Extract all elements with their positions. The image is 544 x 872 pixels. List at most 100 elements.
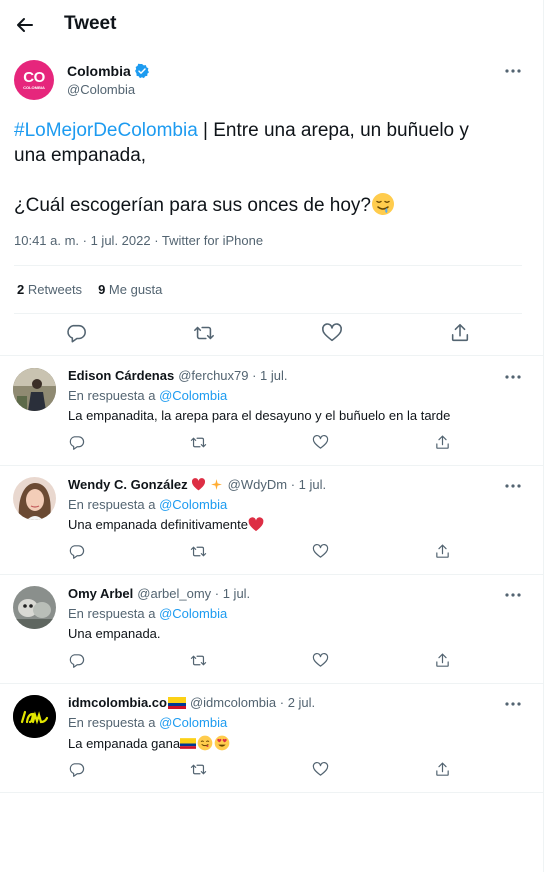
- reply-actions: [0, 432, 543, 456]
- reply-button[interactable]: [66, 650, 86, 670]
- red-heart-icon: [191, 478, 205, 491]
- reply-text: Una empanada.: [68, 626, 161, 641]
- like-icon: [312, 434, 328, 449]
- reply-author-handle[interactable]: @idmcolombia · 2 jul.: [190, 695, 315, 710]
- reply-item[interactable]: Edison Cárdenas @ferchux79 · 1 jul. En r…: [0, 356, 543, 464]
- reply-context: En respuesta a @Colombia: [68, 497, 227, 512]
- avatar[interactable]: [13, 477, 56, 520]
- retweet-button[interactable]: [188, 432, 208, 452]
- reply-item[interactable]: idmcolombia.co @idmcolombia · 2 jul. En …: [0, 683, 543, 791]
- like-button[interactable]: [310, 432, 330, 452]
- reply-text: La empanada gana: [68, 735, 181, 751]
- author-name[interactable]: Colombia: [67, 63, 150, 79]
- hashtag-link[interactable]: #LoMejorDeColombia: [14, 120, 198, 141]
- reply-author-name[interactable]: Wendy C. González: [68, 477, 188, 492]
- top-header: Tweet: [0, 0, 543, 50]
- divider: [14, 313, 522, 314]
- like-button[interactable]: [310, 541, 330, 561]
- likes-stat[interactable]: 9 Me gusta: [98, 282, 162, 297]
- like-icon: [312, 543, 328, 558]
- reply-author-name[interactable]: Edison Cárdenas: [68, 368, 174, 383]
- reply-author-handle[interactable]: @WdyDm · 1 jul.: [228, 477, 326, 492]
- author-name-text[interactable]: Colombia: [67, 63, 131, 79]
- retweet-button[interactable]: [188, 650, 208, 670]
- reply-more-button[interactable]: [502, 366, 524, 388]
- retweet-button[interactable]: [187, 316, 221, 350]
- more-icon: [505, 69, 521, 73]
- like-button[interactable]: [310, 650, 330, 670]
- share-icon: [435, 544, 449, 558]
- retweet-button[interactable]: [188, 541, 208, 561]
- avatar[interactable]: [13, 695, 56, 738]
- share-icon: [451, 323, 469, 342]
- share-button[interactable]: [432, 650, 452, 670]
- like-button[interactable]: [310, 759, 330, 779]
- share-icon: [435, 762, 449, 776]
- reply-button[interactable]: [66, 759, 86, 779]
- reply-context-prefix: En respuesta a: [68, 715, 156, 730]
- reply-author-handle[interactable]: @ferchux79 · 1 jul.: [178, 368, 287, 383]
- retweets-stat[interactable]: 2 Retweets: [17, 282, 82, 297]
- share-icon: [435, 653, 449, 667]
- reply-more-button[interactable]: [502, 693, 524, 715]
- reply-icon: [67, 324, 86, 343]
- back-arrow-icon: [17, 18, 33, 32]
- reply-context-prefix: En respuesta a: [68, 606, 156, 621]
- colombia-flag-icon: [167, 696, 186, 709]
- reply-author-handle[interactable]: @arbel_omy · 1 jul.: [137, 586, 250, 601]
- reply-item[interactable]: Wendy C. González @WdyDm · 1 jul. En res…: [0, 465, 543, 573]
- reply-text-wrap: La empanada gana: [68, 735, 230, 751]
- tweet-actions: [0, 316, 543, 352]
- more-icon: [505, 484, 521, 488]
- reply-more-button[interactable]: [502, 584, 524, 606]
- tweet-text-line1: | Entre una arepa, un buñuelo y: [197, 120, 469, 141]
- reply-actions: [0, 759, 543, 783]
- reply-button[interactable]: [66, 541, 86, 561]
- reply-context-prefix: En respuesta a: [68, 388, 156, 403]
- reply-header: Edison Cárdenas @ferchux79 · 1 jul.: [68, 368, 288, 383]
- share-button[interactable]: [432, 541, 452, 561]
- retweet-icon: [190, 655, 206, 665]
- share-button[interactable]: [432, 432, 452, 452]
- mention-link[interactable]: @Colombia: [159, 388, 227, 403]
- back-button[interactable]: [9, 9, 41, 41]
- retweet-button[interactable]: [188, 759, 208, 779]
- heart-eyes-emoji-icon: [214, 735, 230, 751]
- avatar-photo: [13, 368, 56, 411]
- share-button[interactable]: [443, 316, 477, 350]
- tweet-text-line2: una empanada,: [14, 145, 147, 166]
- drooling-face-emoji-icon: [372, 193, 394, 215]
- tweet-meta[interactable]: 10:41 a. m. · 1 jul. 2022 · Twitter for …: [14, 233, 263, 248]
- reply-author-name[interactable]: idmcolombia.co: [68, 695, 167, 710]
- avatar[interactable]: [13, 586, 56, 629]
- retweet-icon: [190, 546, 206, 556]
- reply-header: Wendy C. González @WdyDm · 1 jul.: [68, 477, 326, 492]
- tweet-more-button[interactable]: [502, 60, 524, 82]
- author-handle[interactable]: @Colombia: [67, 82, 135, 97]
- share-button[interactable]: [432, 759, 452, 779]
- mention-link[interactable]: @Colombia: [159, 715, 227, 730]
- mention-link[interactable]: @Colombia: [159, 606, 227, 621]
- reply-more-button[interactable]: [502, 475, 524, 497]
- reply-icon: [69, 653, 84, 668]
- page-title: Tweet: [64, 13, 117, 34]
- author-avatar[interactable]: CO COLOMBIA: [14, 60, 54, 100]
- mention-link[interactable]: @Colombia: [159, 497, 227, 512]
- idm-logo-avatar: [13, 695, 56, 738]
- reply-item[interactable]: Omy Arbel @arbel_omy · 1 jul. En respues…: [0, 574, 543, 682]
- avatar[interactable]: [13, 368, 56, 411]
- reply-text-wrap: Una empanada definitivamente: [68, 517, 264, 532]
- more-icon: [505, 375, 521, 379]
- reply-context: En respuesta a @Colombia: [68, 606, 227, 621]
- reply-actions: [0, 541, 543, 565]
- reply-icon: [69, 544, 84, 559]
- tweet-text-line3-wrap: ¿Cuál escogerían para sus onces de hoy?: [14, 192, 395, 218]
- colombia-flag-icon: [180, 737, 197, 749]
- like-button[interactable]: [315, 316, 349, 350]
- reply-author-name[interactable]: Omy Arbel: [68, 586, 133, 601]
- reply-context-prefix: En respuesta a: [68, 497, 156, 512]
- reply-button[interactable]: [59, 316, 93, 350]
- like-icon: [312, 761, 328, 776]
- reply-button[interactable]: [66, 432, 86, 452]
- yum-face-emoji-icon: [197, 735, 213, 751]
